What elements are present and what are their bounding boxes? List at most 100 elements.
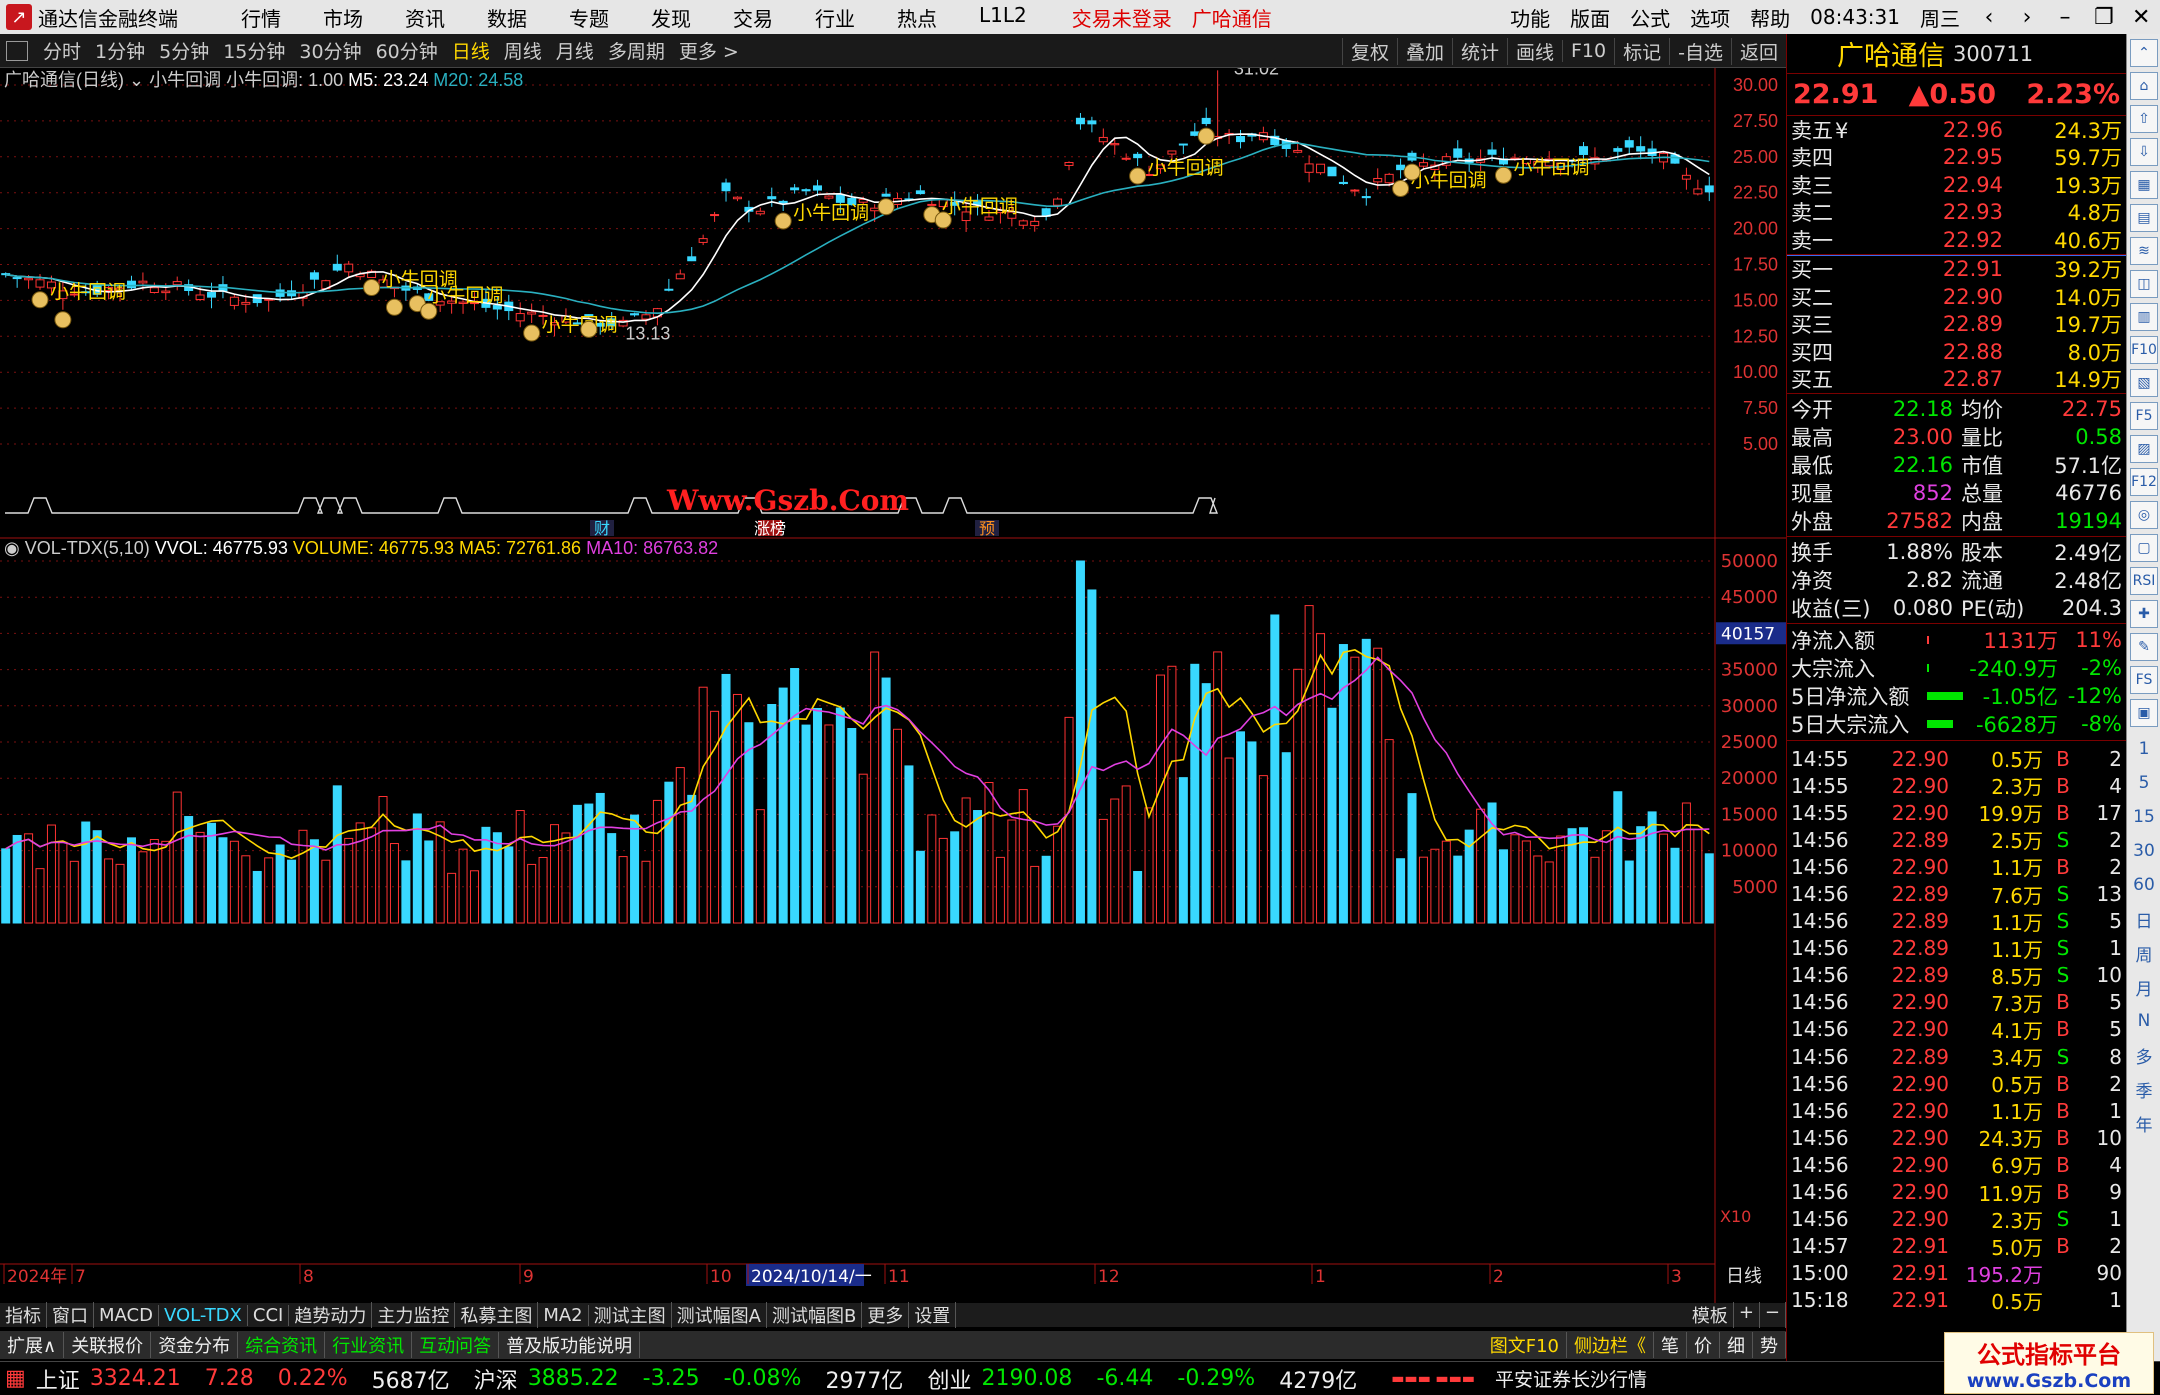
event-label[interactable]: 财 [594, 519, 610, 538]
sidebar-tool-icon-5[interactable]: ▤ [2130, 204, 2158, 232]
period-tab-8[interactable]: 月线 [549, 37, 601, 64]
sidebar-period-6[interactable]: 周 [2127, 936, 2160, 970]
indicator-tab-9[interactable]: 测试主图 [589, 1302, 672, 1328]
bid-level-row[interactable]: 买四 22.88 8.0万 [1787, 338, 2126, 366]
info-tab-1[interactable]: 关联报价 [64, 1332, 152, 1358]
info-tab-tool-2[interactable]: 笔 [1654, 1332, 1687, 1358]
menu-item-6[interactable]: 交易 [712, 3, 794, 32]
sidebar-tool-icon-12[interactable]: ▨ [2130, 435, 2158, 463]
indicator-tab-13[interactable]: 设置 [909, 1302, 957, 1328]
chart-tool-1[interactable]: 叠加 [1396, 37, 1452, 65]
menu-item-4[interactable]: 专题 [548, 3, 630, 32]
indicator-tab-tool-2[interactable]: − [1760, 1302, 1786, 1328]
restore-icon[interactable]: ❐ [2084, 5, 2122, 30]
sidebar-tool-icon-13[interactable]: F12 [2130, 468, 2158, 496]
indicator-tab-10[interactable]: 测试幅图A [672, 1302, 767, 1328]
sidebar-tool-icon-8[interactable]: ▥ [2130, 303, 2158, 331]
indicator-tab-6[interactable]: 主力监控 [372, 1302, 456, 1328]
close-icon[interactable]: ✕ [2122, 5, 2160, 30]
ask-level-row[interactable]: 卖四 22.95 59.7万 [1787, 144, 2126, 172]
info-tab-tool-5[interactable]: 势 [1753, 1332, 1786, 1358]
menu-item-3[interactable]: 数据 [466, 3, 548, 32]
sidebar-period-10[interactable]: 季 [2127, 1072, 2160, 1106]
period-tab-2[interactable]: 5分钟 [152, 37, 216, 64]
bid-level-row[interactable]: 买五 22.87 14.9万 [1787, 366, 2126, 394]
chart-tool-6[interactable]: -自选 [1669, 37, 1731, 65]
sidebar-tool-icon-0[interactable]: ⌃ [2130, 39, 2158, 67]
info-tab-tool-1[interactable]: 侧边栏《 [1567, 1332, 1654, 1358]
index-name[interactable]: 沪深 [469, 1363, 523, 1395]
sidebar-period-11[interactable]: 年 [2127, 1106, 2160, 1140]
sidebar-tool-icon-16[interactable]: RSI [2130, 567, 2158, 595]
info-tab-tool-4[interactable]: 细 [1720, 1332, 1753, 1358]
sidebar-period-8[interactable]: N [2127, 1004, 2160, 1038]
indicator-tab-8[interactable]: MA2 [538, 1304, 589, 1326]
chart-tool-0[interactable]: 复权 [1341, 37, 1397, 65]
period-tab-0[interactable]: 分时 [36, 37, 88, 64]
info-tab-5[interactable]: 互动问答 [412, 1332, 500, 1358]
sidebar-tool-icon-20[interactable]: ▣ [2130, 699, 2158, 727]
forward-icon[interactable]: › [2008, 5, 2046, 30]
sidebar-period-7[interactable]: 月 [2127, 970, 2160, 1004]
chart-tool-4[interactable]: F10 [1562, 40, 1614, 62]
kline-chart[interactable]: 30.0027.5025.0022.5020.0017.5015.0012.50… [0, 68, 1786, 1303]
sidebar-tool-icon-2[interactable]: ⇧ [2130, 105, 2158, 133]
sidebar-period-0[interactable]: 1 [2127, 732, 2160, 766]
indicator-tab-0[interactable]: 指标 [0, 1302, 47, 1328]
index-name[interactable]: 创业 [922, 1363, 976, 1395]
indicator-tab-5[interactable]: 趋势动力 [289, 1302, 373, 1328]
sidebar-period-9[interactable]: 多 [2127, 1038, 2160, 1072]
indicator-tab-tool-1[interactable]: + [1734, 1302, 1760, 1328]
period-tab-4[interactable]: 30分钟 [292, 37, 368, 64]
sidebar-tool-icon-6[interactable]: ≋ [2130, 237, 2158, 265]
indicator-tab-11[interactable]: 测试幅图B [767, 1302, 863, 1328]
info-tab-4[interactable]: 行业资讯 [325, 1332, 413, 1358]
indicator-tab-3[interactable]: VOL-TDX [159, 1304, 248, 1326]
menu-item-0[interactable]: 行情 [220, 3, 302, 32]
period-tab-5[interactable]: 60分钟 [369, 37, 445, 64]
menu-item-9[interactable]: L1L2 [958, 3, 1048, 32]
indicator-tab-12[interactable]: 更多 [862, 1302, 910, 1328]
menu-item-5[interactable]: 发现 [630, 3, 712, 32]
flow-row[interactable]: 大宗流入 -240.9万 -2% [1787, 654, 2126, 682]
right-menu-item-4[interactable]: 帮助 [1740, 3, 1800, 32]
event-label[interactable]: 涨榜 [754, 519, 786, 538]
bid-level-row[interactable]: 买三 22.89 19.7万 [1787, 311, 2126, 339]
login-status-link[interactable]: 交易未登录 [1072, 3, 1172, 32]
sidebar-period-4[interactable]: 60 [2127, 868, 2160, 902]
period-tab-10[interactable]: 更多 > [672, 37, 746, 64]
ask-level-row[interactable]: 卖三 22.94 19.3万 [1787, 171, 2126, 199]
sidebar-period-2[interactable]: 15 [2127, 800, 2160, 834]
chart-tool-5[interactable]: 标记 [1614, 37, 1669, 65]
sidebar-tool-icon-14[interactable]: ◎ [2130, 501, 2158, 529]
info-tab-2[interactable]: 资金分布 [151, 1332, 239, 1358]
sidebar-period-1[interactable]: 5 [2127, 766, 2160, 800]
bid-level-row[interactable]: 买二 22.90 14.0万 [1787, 283, 2126, 311]
sidebar-tool-icon-3[interactable]: ⇩ [2130, 138, 2158, 166]
sidebar-tool-icon-7[interactable]: ◫ [2130, 270, 2158, 298]
period-tab-9[interactable]: 多周期 [601, 37, 672, 64]
info-tab-tool-3[interactable]: 价 [1687, 1332, 1720, 1358]
bid-level-row[interactable]: 买一 22.91 39.2万 [1787, 256, 2126, 284]
indicator-tab-1[interactable]: 窗口 [47, 1302, 94, 1328]
sidebar-tool-icon-15[interactable]: ▢ [2130, 534, 2158, 562]
sidebar-tool-icon-9[interactable]: F10 [2130, 336, 2158, 364]
menu-item-2[interactable]: 资讯 [384, 3, 466, 32]
sidebar-period-3[interactable]: 30 [2127, 834, 2160, 868]
info-tab-3[interactable]: 综合资讯 [238, 1332, 326, 1358]
sidebar-tool-icon-19[interactable]: FS [2130, 666, 2158, 694]
sidebar-tool-icon-17[interactable]: ✚ [2130, 600, 2158, 628]
period-tab-7[interactable]: 周线 [497, 37, 549, 64]
sidebar-tool-icon-4[interactable]: ▦ [2130, 171, 2158, 199]
menu-item-8[interactable]: 热点 [876, 3, 958, 32]
ask-level-row[interactable]: 卖二 22.93 4.8万 [1787, 199, 2126, 227]
right-menu-item-1[interactable]: 版面 [1560, 3, 1620, 32]
indicator-tab-7[interactable]: 私募主图 [455, 1302, 539, 1328]
back-icon[interactable]: ‹ [1970, 5, 2008, 30]
info-tab-0[interactable]: 扩展∧ [0, 1332, 65, 1358]
sidebar-tool-icon-10[interactable]: ▧ [2130, 369, 2158, 397]
indicator-tab-2[interactable]: MACD [94, 1304, 159, 1326]
panel-toggle-icon[interactable] [6, 40, 28, 61]
chart-tool-3[interactable]: 画线 [1506, 37, 1562, 65]
right-menu-item-0[interactable]: 功能 [1500, 3, 1560, 32]
